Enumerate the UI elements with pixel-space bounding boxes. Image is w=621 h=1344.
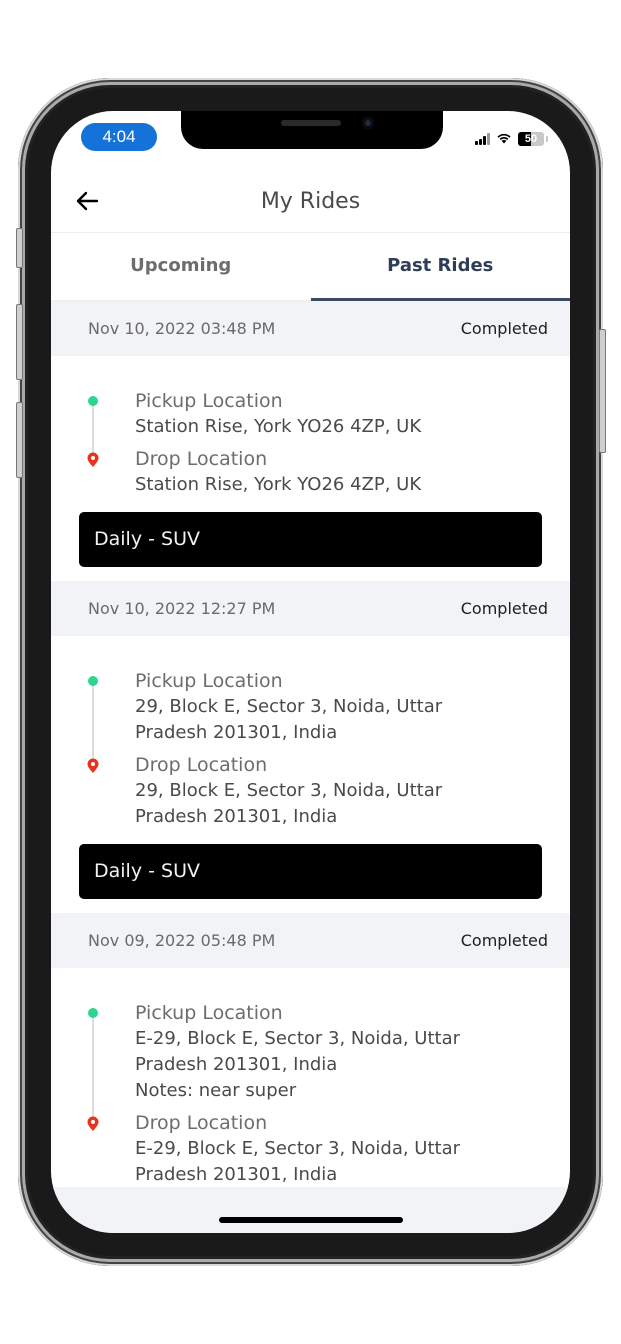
drop-label: Drop Location	[135, 754, 268, 776]
tab-upcoming[interactable]: Upcoming	[51, 233, 311, 300]
map-pin-icon	[87, 1116, 99, 1131]
bottom-safe-area	[51, 1187, 570, 1233]
ride-card[interactable]: Nov 09, 2022 05:48 PM Completed Pickup L…	[51, 913, 570, 1208]
ride-list: Nov 10, 2022 03:48 PM Completed Pickup L…	[51, 301, 570, 1233]
front-camera	[362, 117, 374, 129]
pickup-address: 29, Block E, Sector 3, Noida, Uttar Prad…	[135, 696, 443, 743]
pickup-label: Pickup Location	[135, 670, 283, 692]
vehicle-type-badge: Daily - SUV	[79, 844, 542, 899]
ride-header: Nov 10, 2022 12:27 PM Completed	[51, 581, 570, 636]
side-button-volume-up	[16, 304, 23, 380]
wifi-icon	[496, 132, 512, 146]
drop-stop: Drop Location E-29, Block E, Sector 3, N…	[79, 1110, 542, 1188]
side-button-power	[599, 329, 606, 453]
ride-card[interactable]: Nov 10, 2022 12:27 PM Completed Pickup L…	[51, 581, 570, 913]
battery-icon: 50	[518, 132, 548, 146]
pickup-dot-icon	[88, 676, 98, 686]
drop-address: Station Rise, York YO26 4ZP, UK	[135, 474, 422, 495]
home-indicator[interactable]	[219, 1217, 403, 1223]
pickup-label: Pickup Location	[135, 390, 283, 412]
ride-datetime: Nov 10, 2022 12:27 PM	[88, 599, 276, 618]
drop-label: Drop Location	[135, 448, 268, 470]
side-button-volume-down	[16, 402, 23, 478]
pickup-dot-icon	[88, 1008, 98, 1018]
status-icons: 50	[475, 132, 548, 146]
pickup-notes: Notes: near super	[135, 1080, 297, 1101]
ride-status: Completed	[460, 319, 548, 338]
pickup-stop: Pickup Location Station Rise, York YO26 …	[79, 388, 542, 440]
pickup-address: Station Rise, York YO26 4ZP, UK	[135, 416, 422, 437]
battery-level: 50	[524, 133, 538, 145]
drop-stop: Drop Location Station Rise, York YO26 4Z…	[79, 446, 542, 498]
ride-datetime: Nov 10, 2022 03:48 PM	[88, 319, 276, 338]
pickup-dot-icon	[88, 396, 98, 406]
drop-address: E-29, Block E, Sector 3, Noida, Uttar Pr…	[135, 1138, 461, 1185]
ride-route: Pickup Location 29, Block E, Sector 3, N…	[51, 636, 570, 913]
cellular-signal-icon	[475, 133, 490, 145]
ride-status: Completed	[460, 931, 548, 950]
ride-card[interactable]: Nov 10, 2022 03:48 PM Completed Pickup L…	[51, 301, 570, 581]
map-pin-icon	[87, 758, 99, 773]
ride-route: Pickup Location E-29, Block E, Sector 3,…	[51, 968, 570, 1208]
ride-datetime: Nov 09, 2022 05:48 PM	[88, 931, 276, 950]
ride-route: Pickup Location Station Rise, York YO26 …	[51, 356, 570, 581]
pickup-address: E-29, Block E, Sector 3, Noida, Uttar Pr…	[135, 1028, 461, 1075]
ride-header: Nov 09, 2022 05:48 PM Completed	[51, 913, 570, 968]
pickup-stop: Pickup Location 29, Block E, Sector 3, N…	[79, 668, 542, 746]
drop-address: 29, Block E, Sector 3, Noida, Uttar Prad…	[135, 780, 443, 827]
ride-status: Completed	[460, 599, 548, 618]
vehicle-type-badge: Daily - SUV	[79, 512, 542, 567]
map-pin-icon	[87, 452, 99, 467]
drop-label: Drop Location	[135, 1112, 268, 1134]
pickup-label: Pickup Location	[135, 1002, 283, 1024]
app-screen: 4:04 50 My Rides Upcoming Past Rides Nov…	[51, 111, 570, 1233]
notch	[181, 111, 443, 149]
page-title: My Rides	[260, 189, 361, 214]
tab-past-rides[interactable]: Past Rides	[310, 233, 571, 301]
status-time[interactable]: 4:04	[81, 123, 157, 151]
app-header: My Rides	[51, 173, 570, 233]
drop-stop: Drop Location 29, Block E, Sector 3, Noi…	[79, 752, 542, 830]
speaker-grille	[281, 120, 341, 126]
ride-tabs: Upcoming Past Rides	[51, 233, 570, 301]
side-button-mute	[16, 228, 23, 268]
pickup-stop: Pickup Location E-29, Block E, Sector 3,…	[79, 1000, 542, 1104]
ride-header: Nov 10, 2022 03:48 PM Completed	[51, 301, 570, 356]
